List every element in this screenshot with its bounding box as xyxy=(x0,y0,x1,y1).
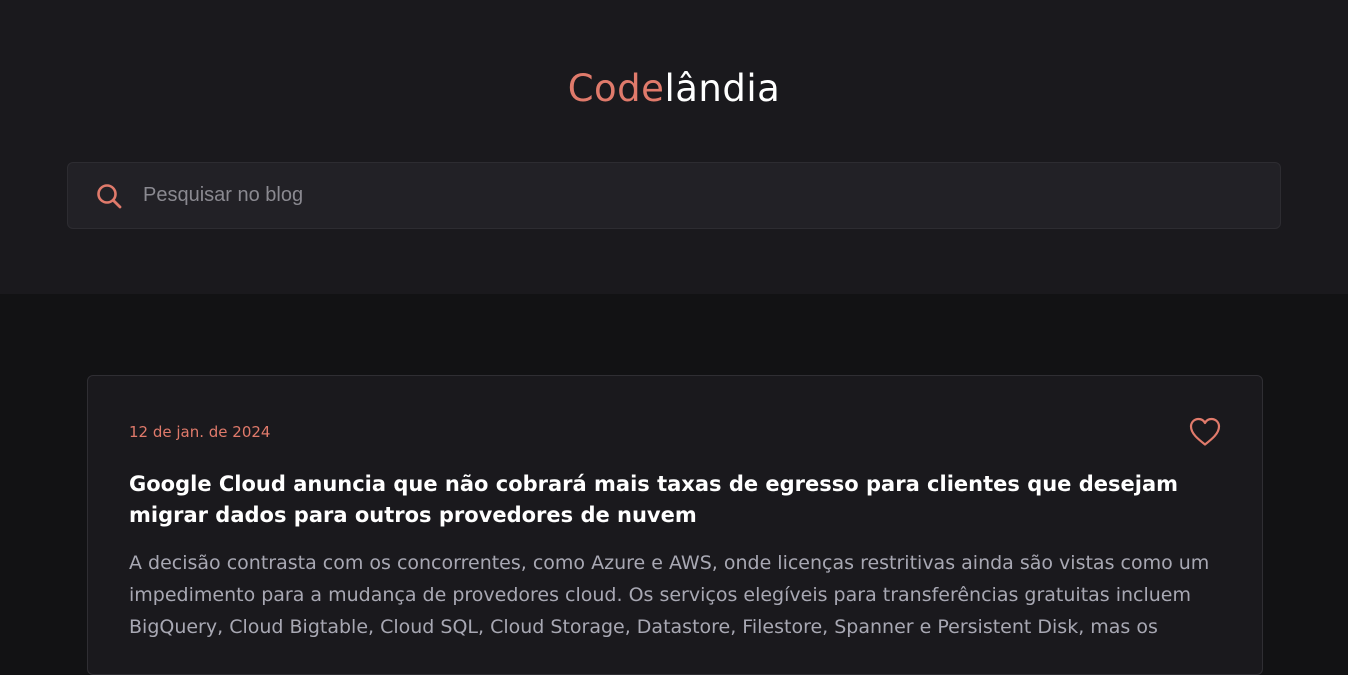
logo-rest: lândia xyxy=(664,67,781,110)
search-bar[interactable] xyxy=(67,162,1281,229)
search-input[interactable] xyxy=(141,174,1280,217)
heart-icon[interactable] xyxy=(1188,416,1222,448)
site-header: Codelândia xyxy=(0,0,1348,294)
logo-accent: Code xyxy=(567,67,665,110)
search-icon[interactable] xyxy=(95,182,123,210)
site-logo[interactable]: Codelândia xyxy=(0,66,1348,112)
post-card[interactable]: 12 de jan. de 2024 Google Cloud anuncia … xyxy=(87,375,1263,675)
post-date: 12 de jan. de 2024 xyxy=(129,423,271,441)
post-title[interactable]: Google Cloud anuncia que não cobrará mai… xyxy=(129,469,1189,531)
post-excerpt: A decisão contrasta com os concorrentes,… xyxy=(129,552,1210,638)
